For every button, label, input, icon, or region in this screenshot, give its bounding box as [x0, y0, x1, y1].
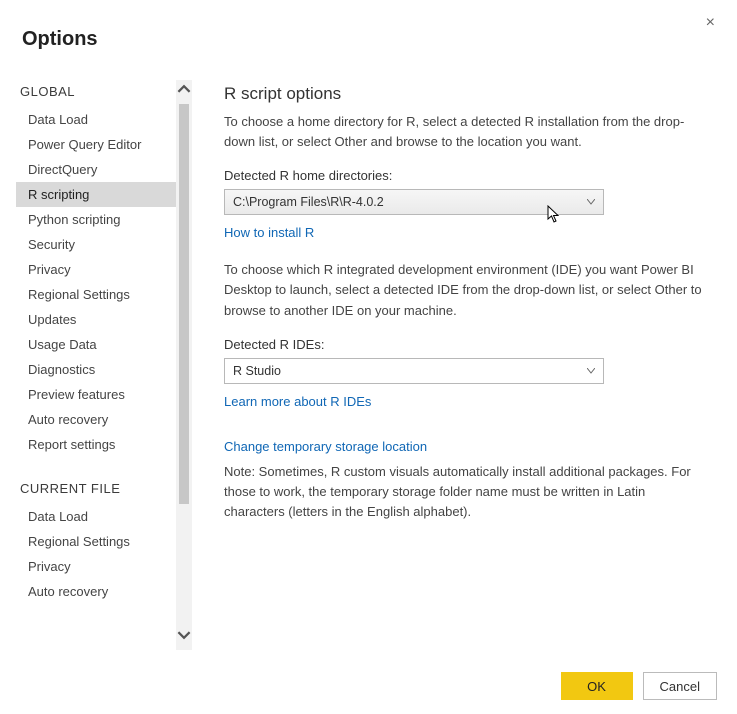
dialog-body: GLOBAL Data LoadPower Query EditorDirect…: [0, 74, 737, 656]
sidebar-item-r-scripting[interactable]: R scripting: [16, 182, 192, 207]
sidebar-item-cf-regional-settings[interactable]: Regional Settings: [16, 529, 192, 554]
ide-dropdown[interactable]: R Studio: [224, 358, 604, 384]
ok-button[interactable]: OK: [561, 672, 633, 700]
sidebar-item-report-settings[interactable]: Report settings: [16, 432, 192, 457]
sidebar-item-security[interactable]: Security: [16, 232, 192, 257]
sidebar-item-cf-data-load[interactable]: Data Load: [16, 504, 192, 529]
scroll-up-button[interactable]: [176, 82, 192, 102]
ide-label: Detected R IDEs:: [224, 337, 709, 352]
ide-selected-value: R Studio: [233, 364, 281, 378]
chevron-down-icon: [587, 368, 595, 374]
dialog-title: Options: [0, 0, 737, 51]
scrollbar-track[interactable]: [176, 80, 192, 650]
sidebar: GLOBAL Data LoadPower Query EditorDirect…: [0, 74, 192, 656]
sidebar-item-python-scripting[interactable]: Python scripting: [16, 207, 192, 232]
sidebar-item-updates[interactable]: Updates: [16, 307, 192, 332]
home-dir-dropdown[interactable]: C:\Program Files\R\R-4.0.2: [224, 189, 604, 215]
sidebar-item-privacy[interactable]: Privacy: [16, 257, 192, 282]
sidebar-section-current-file: CURRENT FILE: [20, 481, 192, 496]
cancel-button[interactable]: Cancel: [643, 672, 717, 700]
sidebar-item-preview-features[interactable]: Preview features: [16, 382, 192, 407]
how-to-install-r-link[interactable]: How to install R: [224, 225, 314, 240]
ide-description: To choose which R integrated development…: [224, 260, 709, 320]
sidebar-item-cf-auto-recovery[interactable]: Auto recovery: [16, 579, 192, 604]
chevron-down-icon: [587, 199, 595, 205]
sidebar-item-cf-privacy[interactable]: Privacy: [16, 554, 192, 579]
home-dir-description: To choose a home directory for R, select…: [224, 112, 709, 152]
sidebar-item-auto-recovery[interactable]: Auto recovery: [16, 407, 192, 432]
sidebar-item-regional-settings[interactable]: Regional Settings: [16, 282, 192, 307]
sidebar-item-usage-data[interactable]: Usage Data: [16, 332, 192, 357]
sidebar-section-global: GLOBAL: [20, 84, 192, 99]
scroll-down-button[interactable]: [176, 628, 192, 648]
sidebar-item-power-query-editor[interactable]: Power Query Editor: [16, 132, 192, 157]
close-button[interactable]: ×: [702, 10, 719, 36]
sidebar-item-directquery[interactable]: DirectQuery: [16, 157, 192, 182]
sidebar-item-diagnostics[interactable]: Diagnostics: [16, 357, 192, 382]
main-panel: R script options To choose a home direct…: [192, 74, 737, 656]
home-dir-selected-value: C:\Program Files\R\R-4.0.2: [233, 195, 384, 209]
home-dir-label: Detected R home directories:: [224, 168, 709, 183]
panel-heading: R script options: [224, 84, 709, 104]
change-temp-storage-link[interactable]: Change temporary storage location: [224, 439, 427, 454]
sidebar-scroll-area: GLOBAL Data LoadPower Query EditorDirect…: [16, 74, 192, 656]
learn-more-ides-link[interactable]: Learn more about R IDEs: [224, 394, 371, 409]
scrollbar-thumb[interactable]: [179, 104, 189, 504]
sidebar-item-data-load[interactable]: Data Load: [16, 107, 192, 132]
close-icon: ×: [706, 14, 715, 31]
dialog-footer: OK Cancel: [561, 672, 717, 700]
temp-storage-note: Note: Sometimes, R custom visuals automa…: [224, 462, 709, 522]
